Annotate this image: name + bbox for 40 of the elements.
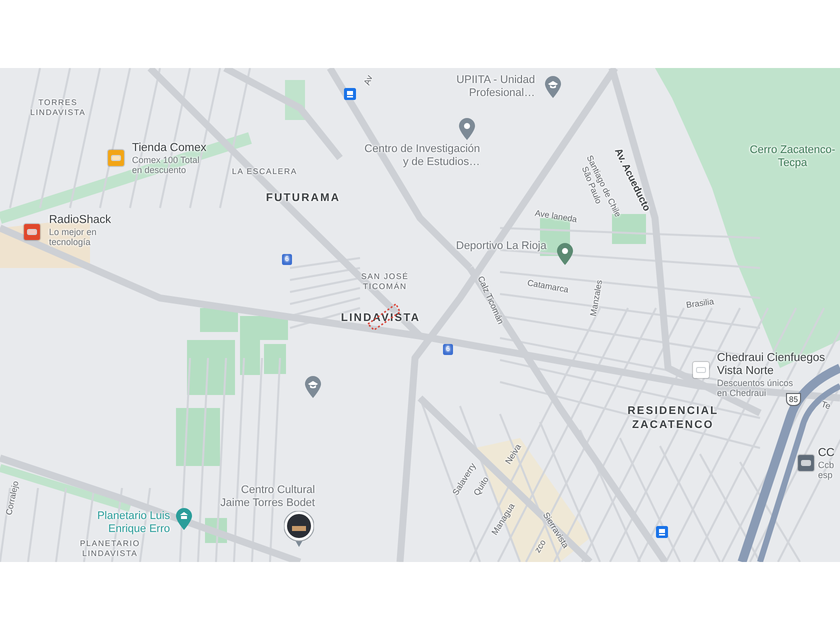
store-marker-icon[interactable] <box>693 362 709 378</box>
street-label: Te <box>820 398 832 412</box>
place-description: Comex 100 Total en descuento <box>132 155 200 175</box>
place-name[interactable]: Centro Cultural Jaime Torres Bodet <box>205 484 315 510</box>
highway-shield: 85 <box>786 393 801 406</box>
neighborhood-label: RESIDENCIAL ZACATENCO <box>626 404 720 432</box>
street-label: Manzales <box>588 279 604 317</box>
place-name[interactable]: CC <box>818 447 835 460</box>
neighborhood-label: PLANETARIO LINDAVISTA <box>78 539 142 559</box>
street-label: Brasilia <box>686 296 714 310</box>
bus-stop-icon[interactable] <box>344 88 356 100</box>
neighborhood-label: TORRES LINDAVISTA <box>29 98 87 118</box>
park-label: Cerro Zacatenco-Tecpa <box>748 144 836 170</box>
place-name[interactable]: Planetario Luis Enrique Erro <box>70 510 170 536</box>
graduation-cap-pin-icon[interactable] <box>545 76 561 98</box>
street-label: Corralejo <box>4 480 20 516</box>
place-name[interactable]: UPIITA - Unidad Profesional… <box>425 74 535 100</box>
street-label: zco <box>532 538 548 554</box>
street-label: Av <box>362 74 374 86</box>
neighborhood-label: LA ESCALERA <box>232 167 298 177</box>
neighborhood-label: SAN JOSÉ TICOMÁN <box>360 272 410 292</box>
street-label: Catamarca <box>526 277 570 295</box>
place-name[interactable]: Chedraui Cienfuegos Vista Norte <box>717 352 826 378</box>
place-description: Ccb esp <box>818 460 834 480</box>
place-name[interactable]: Deportivo La Rioja <box>456 240 546 253</box>
museum-pin-icon[interactable] <box>176 508 192 530</box>
place-name[interactable]: Tienda Comex <box>132 142 206 155</box>
place-name[interactable]: RadioShack <box>49 214 112 227</box>
place-name[interactable]: Centro de Investigación y de Estudios… <box>330 143 480 169</box>
neighborhood-label: FUTURAMA <box>266 191 340 205</box>
store-marker-icon[interactable] <box>24 224 40 240</box>
place-description: Lo mejor en tecnología <box>49 227 97 247</box>
map-pin-icon[interactable] <box>459 118 475 140</box>
store-marker-icon[interactable] <box>108 150 124 166</box>
photo-marker-icon[interactable] <box>284 511 314 547</box>
graduation-cap-pin-icon[interactable] <box>305 376 321 398</box>
store-marker-icon[interactable] <box>798 455 814 471</box>
bus-stop-icon[interactable] <box>656 526 668 538</box>
map-pin-icon[interactable] <box>557 243 573 265</box>
street-label: Ave laneda <box>534 208 578 224</box>
